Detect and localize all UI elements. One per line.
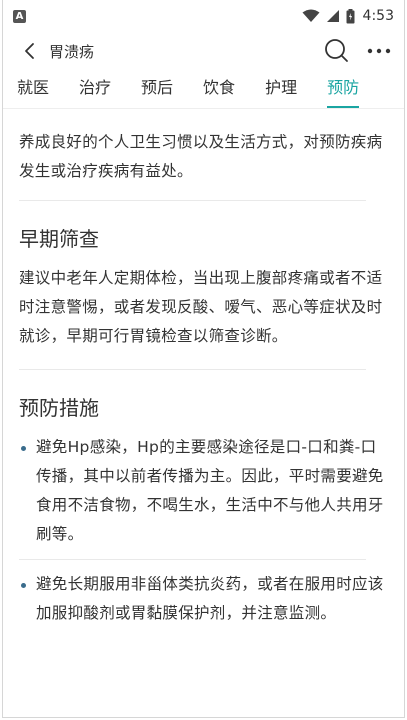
tab-huli[interactable]: 护理 bbox=[265, 74, 297, 108]
app-notification-icon: A bbox=[13, 9, 26, 23]
status-right: 4:53 bbox=[302, 8, 394, 24]
list-item: 避免长期服用非甾体类抗炎药，或者在服用时应该加服抑酸剂或胃黏膜保护剂，并注意监测… bbox=[19, 570, 386, 628]
list-item: 避免Hp感染，Hp的主要感染途径是口-口和粪-口传播，其中以前者传播为主。因此，… bbox=[19, 433, 386, 549]
status-left: A bbox=[13, 9, 26, 23]
tab-yufang[interactable]: 预防 bbox=[327, 74, 360, 108]
divider bbox=[19, 559, 366, 560]
intro-paragraph: 养成良好的个人卫生习惯以及生活方式，对预防疾病发生或治疗疾病有益处。 bbox=[19, 133, 383, 180]
status-bar: A 4:53 bbox=[3, 0, 404, 32]
tab-bar: 就医 治疗 预后 饮食 护理 预防 bbox=[3, 70, 404, 109]
signal-icon bbox=[326, 10, 339, 22]
tab-yinshi[interactable]: 饮食 bbox=[203, 74, 235, 108]
bullet-dot bbox=[21, 583, 26, 588]
prevention-list: 避免Hp感染，Hp的主要感染途径是口-口和粪-口传播，其中以前者传播为主。因此，… bbox=[19, 433, 386, 628]
tab-zhiliao[interactable]: 治疗 bbox=[79, 74, 111, 108]
battery-icon bbox=[346, 8, 355, 23]
list-item-text: 避免Hp感染，Hp的主要感染途径是口-口和粪-口传播，其中以前者传播为主。因此，… bbox=[36, 438, 384, 543]
back-arrow-icon[interactable] bbox=[19, 40, 41, 62]
status-time: 4:53 bbox=[362, 8, 394, 24]
page-title: 胃溃疡 bbox=[49, 42, 95, 61]
wifi-icon bbox=[302, 9, 320, 22]
tab-yuhou[interactable]: 预后 bbox=[141, 74, 173, 108]
bullet-dot bbox=[21, 446, 26, 451]
section-title-screening: 早期筛查 bbox=[19, 227, 99, 251]
header-actions bbox=[324, 38, 392, 64]
more-icon[interactable] bbox=[366, 38, 392, 64]
app-frame: A 4:53 胃溃疡 就医 治疗 预后 饮食 护理 预防 养成良好的个人卫生习惯… bbox=[2, 0, 405, 718]
article-content: 养成良好的个人卫生习惯以及生活方式，对预防疾病发生或治疗疾病有益处。 早期筛查 … bbox=[3, 109, 404, 628]
section-body-screening: 建议中老年人定期体检，当出现上腹部疼痛或者不适时注意警惕，或者发现反酸、嗳气、恶… bbox=[19, 269, 383, 345]
tab-jiuyi[interactable]: 就医 bbox=[17, 74, 49, 108]
section-title-prevention: 预防措施 bbox=[19, 396, 99, 420]
search-icon[interactable] bbox=[324, 38, 350, 64]
list-item-text: 避免长期服用非甾体类抗炎药，或者在服用时应该加服抑酸剂或胃黏膜保护剂，并注意监测… bbox=[36, 575, 384, 622]
header: 胃溃疡 bbox=[3, 32, 404, 70]
